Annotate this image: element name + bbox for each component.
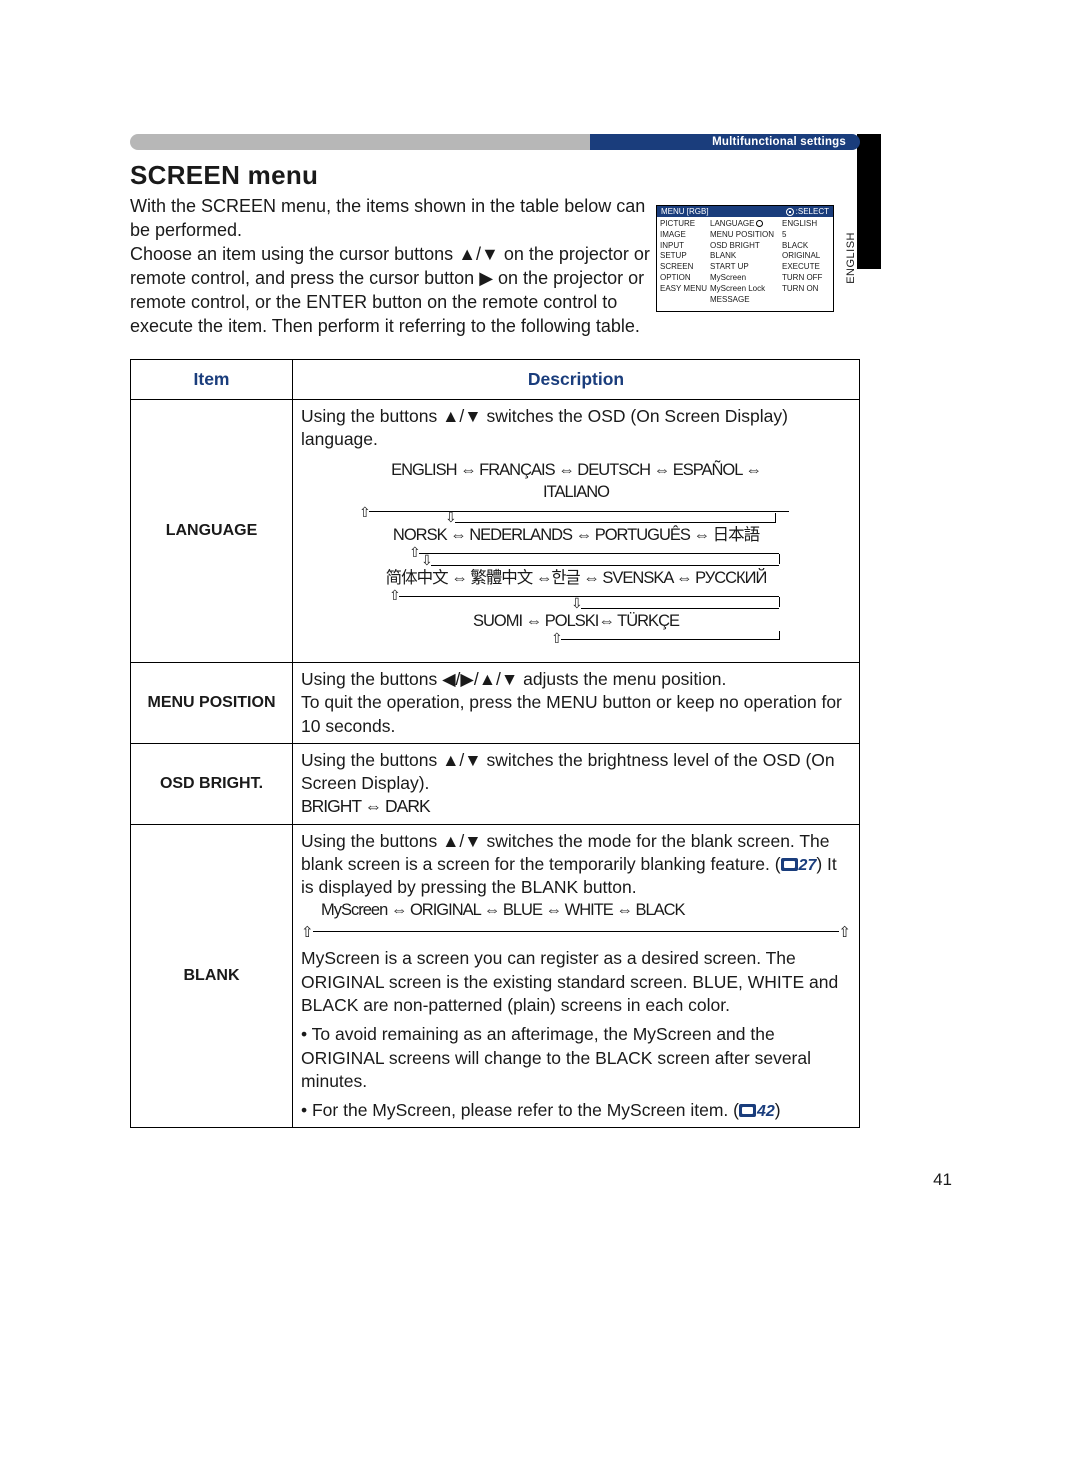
osd-item: ENGLISH	[782, 219, 826, 230]
osd-item: PICTURE	[660, 219, 704, 230]
osd-item: IMAGE	[660, 230, 704, 241]
language-flow-diagram: ENGLISH ⇔ FRANÇAIS ⇔ DEUTSCH ⇔ ESPAÑOL ⇔…	[361, 459, 791, 653]
flow-connector: ⇧	[361, 634, 791, 653]
osd-item: START UP	[710, 262, 776, 273]
flow-connector: ⇧ ⇩	[361, 505, 791, 524]
blank-flow-text: MyScreen ⇔ ORIGINAL ⇔ BLUE ⇔ WHITE ⇔ BLA…	[301, 900, 851, 922]
osd-item: SCREEN	[660, 262, 704, 273]
osd-item: 5	[782, 230, 826, 241]
osd-item: TURN OFF	[782, 273, 826, 284]
desc-menu-position: Using the buttons ◀/▶/▲/▼ adjusts the me…	[293, 663, 860, 744]
item-menu-position: MENU POSITION	[131, 663, 293, 744]
osd-item-label: LANGUAGE	[710, 219, 754, 228]
intro-text: With the SCREEN menu, the items shown in…	[130, 195, 650, 339]
page-title: SCREEN menu	[130, 160, 860, 191]
th-item: Item	[131, 359, 293, 399]
osd-title-bar: MENU [RGB] :SELECT	[657, 206, 833, 217]
lang-d1a: Using the buttons	[301, 406, 442, 426]
globe-icon	[756, 220, 763, 227]
osd-item: MyScreen	[710, 273, 776, 284]
osd-item: SETUP	[660, 251, 704, 262]
book-icon	[739, 1104, 756, 1117]
mp-d1b: adjusts the menu position.	[518, 669, 726, 689]
osd-item: BLANK	[710, 251, 776, 262]
up-down-arrows-icon: ▲/▼	[442, 831, 482, 851]
row-osd-bright: OSD BRIGHT. Using the buttons ▲/▼ switch…	[131, 743, 860, 824]
osd-item: MENU POSITION	[710, 230, 776, 241]
item-osd-bright: OSD BRIGHT.	[131, 743, 293, 824]
osd-title-left: MENU [RGB]	[661, 207, 709, 216]
th-desc: Description	[293, 359, 860, 399]
row-menu-position: MENU POSITION Using the buttons ◀/▶/▲/▼ …	[131, 663, 860, 744]
bl-p2: MyScreen is a screen you can register as…	[301, 947, 851, 1017]
blank-flow-connector: ⇧⇧	[301, 923, 851, 941]
osd-select-label: :SELECT	[796, 207, 829, 216]
section-header-bar: Multifunctional settings	[130, 134, 860, 150]
page-number: 41	[933, 1170, 952, 1190]
bl-p4: • For the MyScreen, please refer to the …	[301, 1099, 851, 1122]
bl-p1a: Using the buttons	[301, 831, 442, 851]
up-down-arrows-icon: ▲/▼	[442, 406, 482, 426]
select-indicator-icon	[786, 208, 794, 216]
page-ref-27: 27	[799, 857, 817, 874]
row-blank: BLANK Using the buttons ▲/▼ switches the…	[131, 824, 860, 1128]
osd-menu-diagram: MENU [RGB] :SELECT PICTURE IMAGE INPUT S…	[656, 205, 834, 312]
desc-blank: Using the buttons ▲/▼ switches the mode …	[293, 824, 860, 1128]
row-language: LANGUAGE Using the buttons ▲/▼ switches …	[131, 399, 860, 662]
osd-col-2: LANGUAGE MENU POSITION OSD BRIGHT BLANK …	[707, 219, 779, 305]
section-header-text: Multifunctional settings	[712, 134, 846, 150]
up-down-arrows-icon: ▲/▼	[442, 750, 482, 770]
osd-item: MESSAGE	[710, 295, 776, 306]
lang-flow-r2: NORSK ⇔ NEDERLANDS ⇔ PORTUGUÊS ⇔ 日本語	[361, 524, 791, 548]
side-black-tab	[857, 134, 881, 269]
mp-d1a: Using the buttons	[301, 669, 442, 689]
right-arrow-icon: ▶	[479, 268, 493, 288]
osd-item: EXECUTE	[782, 262, 826, 273]
ob-d2: BRIGHT ⇔ DARK	[301, 796, 430, 816]
lang-flow-r4: SUOMI ⇔ POLSKI⇔ TÜRKÇE	[361, 610, 791, 634]
item-language: LANGUAGE	[131, 399, 293, 662]
osd-title-right: :SELECT	[786, 207, 829, 216]
bl-p4a: • For the MyScreen, please refer to the …	[301, 1100, 739, 1120]
osd-item: ORIGINAL	[782, 251, 826, 262]
ob-d1a: Using the buttons	[301, 750, 442, 770]
osd-item: TURN ON	[782, 284, 826, 295]
lang-flow-r3: 简体中文 ⇔ 繁體中文 ⇔한글 ⇔ SVENSKA ⇔ РУССКИЙ	[361, 567, 791, 591]
screen-menu-table: Item Description LANGUAGE Using the butt…	[130, 359, 860, 1129]
page-ref-42: 42	[757, 1103, 775, 1120]
desc-language: Using the buttons ▲/▼ switches the OSD (…	[293, 399, 860, 662]
osd-item: INPUT	[660, 241, 704, 252]
desc-osd-bright: Using the buttons ▲/▼ switches the brigh…	[293, 743, 860, 824]
book-icon	[781, 858, 798, 871]
lang-flow-r1: ENGLISH ⇔ FRANÇAIS ⇔ DEUTSCH ⇔ ESPAÑOL ⇔…	[361, 459, 791, 505]
bl-p4b: )	[775, 1100, 781, 1120]
osd-item: LANGUAGE	[710, 219, 776, 230]
osd-item: OPTION	[660, 273, 704, 284]
osd-item: OSD BRIGHT	[710, 241, 776, 252]
flow-connector: ⇧ ⇩	[361, 548, 791, 567]
up-down-arrows-icon: ▲/▼	[458, 244, 499, 264]
osd-item: MyScreen Lock	[710, 284, 776, 295]
intro-p2a: Choose an item using the cursor buttons	[130, 244, 458, 264]
item-blank: BLANK	[131, 824, 293, 1128]
osd-col-1: PICTURE IMAGE INPUT SETUP SCREEN OPTION …	[657, 219, 707, 305]
osd-item: EASY MENU	[660, 284, 704, 295]
mp-d2: To quit the operation, press the MENU bu…	[301, 692, 842, 735]
intro-p1: With the SCREEN menu, the items shown in…	[130, 196, 645, 240]
bl-p3: • To avoid remaining as an afterimage, t…	[301, 1023, 851, 1093]
osd-col-3: ENGLISH 5 BLACK ORIGINAL EXECUTE TURN OF…	[779, 219, 829, 305]
all-arrows-icon: ◀/▶/▲/▼	[442, 669, 518, 689]
flow-connector: ⇧ ⇩	[361, 591, 791, 610]
osd-item: BLACK	[782, 241, 826, 252]
